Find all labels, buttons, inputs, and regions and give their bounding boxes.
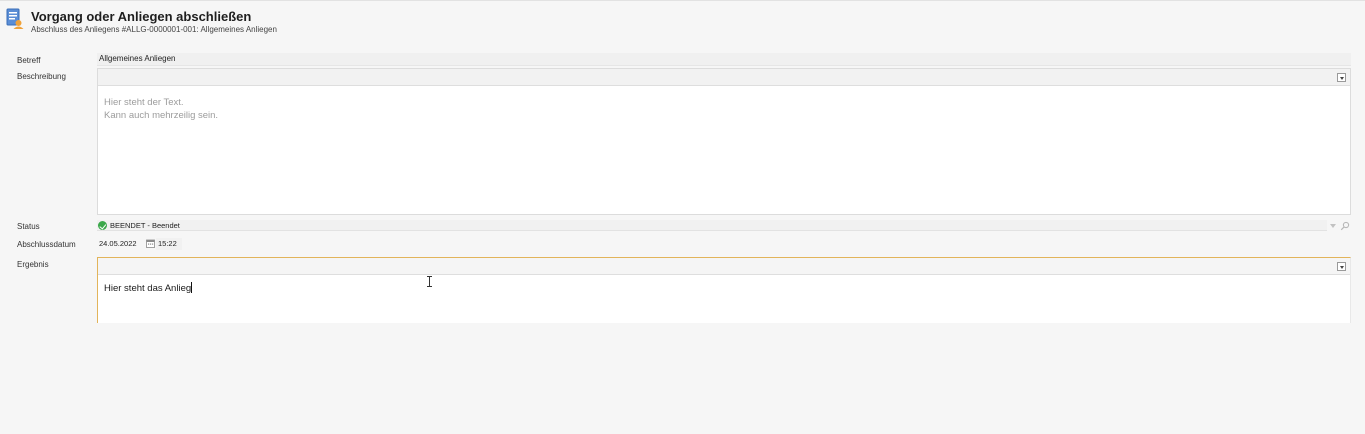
search-icon[interactable] [1340, 221, 1350, 231]
status-value: BEENDET - Beendet [110, 221, 180, 230]
check-circle-icon [98, 221, 107, 230]
ergebnis-value: Hier steht das Anlieg [104, 283, 192, 294]
ergebnis-text[interactable]: Hier steht das Anlieg [98, 275, 1350, 305]
ergebnis-toolbar [98, 258, 1350, 275]
dialog: Vorgang oder Anliegen abschließen Abschl… [0, 0, 1365, 434]
chevron-down-icon[interactable] [1330, 224, 1336, 228]
status-field[interactable]: BEENDET - Beendet [97, 220, 1327, 231]
text-caret [191, 282, 193, 293]
time-field[interactable]: 15:22 [156, 238, 182, 250]
page-subtitle: Abschluss des Anliegens #ALLG-0000001-00… [31, 25, 277, 34]
date-field[interactable]: 24.05.2022 [97, 238, 142, 250]
beschreibung-line: Hier steht der Text. [104, 97, 184, 108]
beschreibung-label: Beschreibung [17, 72, 66, 81]
form-document-icon [6, 8, 24, 29]
beschreibung-toolbar [98, 69, 1350, 86]
beschreibung-toolbar-dropdown[interactable] [1337, 73, 1346, 82]
abschlussdatum-label: Abschlussdatum [17, 240, 76, 249]
beschreibung-text[interactable]: Hier steht der Text. Kann auch mehrzeili… [98, 86, 1350, 132]
text-cursor-icon [427, 276, 432, 287]
beschreibung-line: Kann auch mehrzeilig sein. [104, 110, 219, 121]
ergebnis-label: Ergebnis [17, 260, 49, 269]
betreff-field[interactable]: Allgemeines Anliegen [97, 53, 1351, 66]
ergebnis-editor[interactable]: Hier steht das Anlieg [97, 257, 1351, 323]
status-label: Status [17, 222, 40, 231]
betreff-label: Betreff [17, 56, 41, 65]
ergebnis-toolbar-dropdown[interactable] [1337, 262, 1346, 271]
calendar-icon[interactable] [146, 239, 155, 248]
page-title: Vorgang oder Anliegen abschließen [31, 9, 252, 24]
beschreibung-editor[interactable]: Hier steht der Text. Kann auch mehrzeili… [97, 68, 1351, 215]
